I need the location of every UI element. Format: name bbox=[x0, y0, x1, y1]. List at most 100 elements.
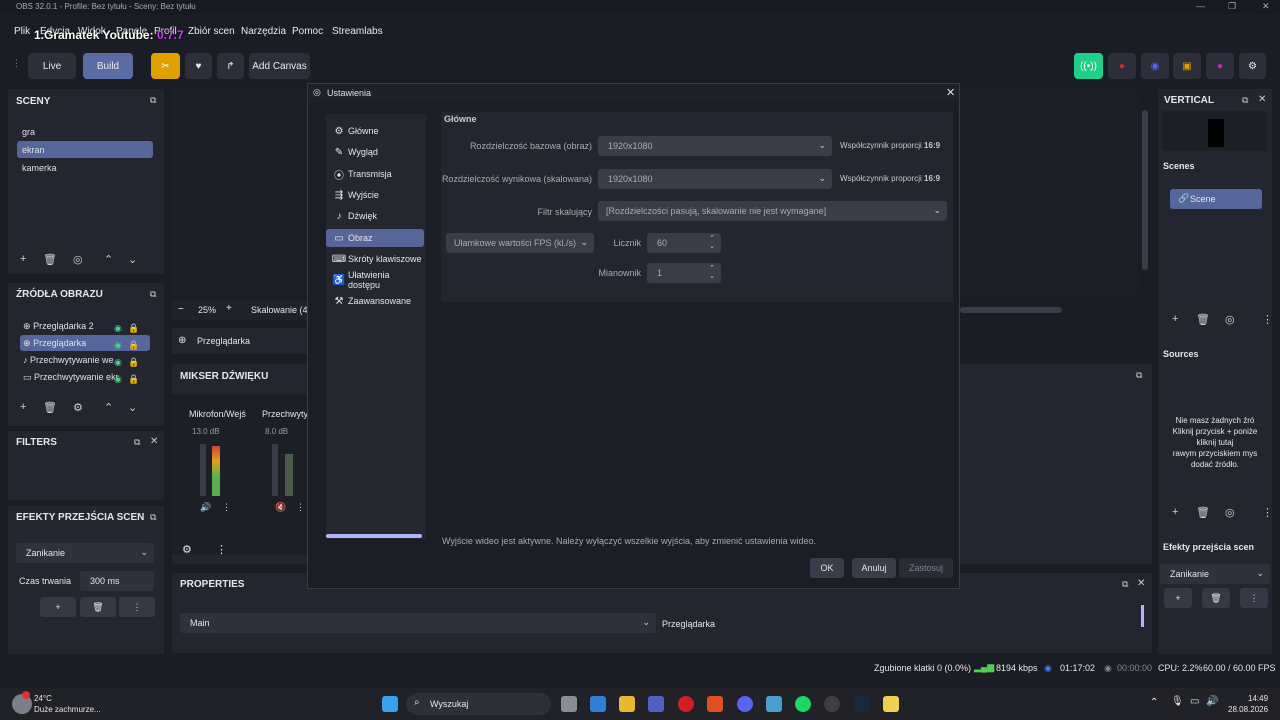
clock-time[interactable]: 14:49 bbox=[1248, 694, 1268, 703]
preview-canvas[interactable] bbox=[172, 89, 307, 295]
close-icon[interactable]: ✕ bbox=[150, 436, 158, 447]
chevron-up-icon[interactable]: ⌃ bbox=[1150, 697, 1158, 708]
settings-gear-icon[interactable]: ⚙ bbox=[1239, 53, 1266, 79]
build-button[interactable]: Build bbox=[83, 53, 133, 79]
nav-accessibility[interactable]: ♿ Ułatwienia dostępu bbox=[326, 270, 424, 290]
nav-appearance[interactable]: ✎ Wygląd bbox=[326, 143, 424, 161]
replay-icon[interactable]: ▣ bbox=[1173, 53, 1201, 79]
trash-icon[interactable]: 🗑 bbox=[1196, 506, 1210, 519]
studio-mode-icon[interactable]: ● bbox=[1206, 53, 1234, 79]
trash-icon[interactable]: 🗑 bbox=[80, 597, 116, 617]
nav-hotkeys[interactable]: ⌨ Skróty klawiszowe bbox=[326, 250, 424, 268]
clock-date[interactable]: 28.08.2026 bbox=[1228, 705, 1268, 714]
add-canvas-button[interactable]: Add Canvas bbox=[249, 53, 310, 79]
trash-icon[interactable]: 🗑 bbox=[43, 253, 57, 266]
maximize-button[interactable]: ❐ bbox=[1228, 1, 1236, 12]
app-icon[interactable] bbox=[648, 696, 664, 712]
minimize-button[interactable]: — bbox=[1196, 1, 1205, 11]
move-down-icon[interactable]: ⌄ bbox=[128, 401, 137, 414]
windows-start-icon[interactable] bbox=[382, 696, 398, 712]
scale-filter-select[interactable]: [Rozdzielczości pasują, skalowanie nie j… bbox=[598, 201, 947, 221]
source-item[interactable]: ▭ Przechwytywanie ekr bbox=[23, 372, 119, 383]
network-icon[interactable]: ▭ bbox=[1190, 696, 1199, 707]
undock-icon[interactable]: ⧉ bbox=[1122, 579, 1128, 590]
mic-icon[interactable]: 🎙 bbox=[1171, 696, 1184, 707]
photos-icon[interactable] bbox=[766, 696, 782, 712]
menu-file[interactable]: Plik bbox=[14, 26, 30, 37]
scrollbar[interactable] bbox=[960, 307, 1062, 313]
more-options-icon[interactable]: ⋮ bbox=[1262, 313, 1273, 326]
menu-help[interactable]: Pomoc bbox=[292, 26, 323, 37]
filter-icon[interactable]: ◎ bbox=[1225, 313, 1235, 326]
nav-scrollbar[interactable] bbox=[326, 534, 422, 538]
move-up-icon[interactable]: ⌃ bbox=[104, 401, 113, 414]
folder-icon[interactable] bbox=[619, 696, 635, 712]
search-box[interactable]: ⌕ Wyszukaj bbox=[406, 693, 551, 715]
output-res-select[interactable]: 1920x1080 ⌄ bbox=[598, 169, 832, 189]
speaker-icon[interactable]: 🔊 bbox=[200, 502, 211, 513]
move-down-icon[interactable]: ⌄ bbox=[128, 253, 137, 266]
source-settings-icon[interactable]: ⚙ bbox=[73, 401, 83, 414]
apply-button[interactable]: Zastosuj bbox=[899, 558, 953, 578]
scene-item[interactable]: ekran bbox=[22, 145, 45, 155]
undock-icon[interactable]: ⧉ bbox=[150, 95, 156, 106]
spotify-icon[interactable] bbox=[795, 696, 811, 712]
record-icon[interactable]: ● bbox=[1108, 53, 1136, 79]
mixer-settings-icon[interactable]: ⚙ bbox=[182, 543, 192, 556]
drag-handle-icon[interactable]: ⋮ bbox=[12, 58, 21, 74]
properties-select[interactable]: Main ⌄ bbox=[180, 613, 656, 633]
add-icon[interactable]: + bbox=[1164, 588, 1192, 608]
add-transition-icon[interactable]: + bbox=[40, 597, 76, 617]
move-up-icon[interactable]: ⌃ bbox=[104, 253, 113, 266]
filter-icon[interactable]: ◎ bbox=[1225, 506, 1235, 519]
undock-icon[interactable]: ⧉ bbox=[150, 289, 156, 300]
nav-stream[interactable]: ⦿ Transmisja bbox=[326, 165, 424, 183]
zoom-in-icon[interactable]: + bbox=[226, 303, 232, 314]
nav-output[interactable]: ⇶ Wyjście bbox=[326, 186, 424, 204]
volume-slider[interactable] bbox=[272, 444, 278, 496]
undock-icon[interactable]: ⧉ bbox=[134, 437, 140, 448]
add-icon[interactable]: + bbox=[1172, 313, 1178, 325]
more-options-icon[interactable]: ⋮ bbox=[222, 502, 231, 513]
source-item[interactable]: ⊕ Przeglądarka bbox=[23, 338, 86, 349]
muted-speaker-icon[interactable]: 🔇 bbox=[275, 502, 286, 513]
close-icon[interactable]: ✕ bbox=[1258, 94, 1266, 105]
vertical-transition-select[interactable]: Zanikanie ⌄ bbox=[1160, 564, 1270, 584]
source-item[interactable]: ⊕ Przeglądarka 2 bbox=[23, 321, 94, 332]
nav-video[interactable]: ▭ Obraz bbox=[326, 229, 424, 247]
transition-select[interactable]: Zanikanie ⌄ bbox=[16, 543, 154, 563]
add-scene-icon[interactable]: + bbox=[20, 253, 26, 265]
trash-icon[interactable]: 🗑 bbox=[1202, 588, 1230, 608]
numerator-input[interactable]: 60 ⌃ ⌄ bbox=[647, 233, 721, 253]
visibility-eye-icon[interactable]: ◉ ◉ ◉ ◉ bbox=[114, 320, 122, 388]
steam-icon[interactable] bbox=[854, 696, 870, 712]
trash-icon[interactable]: 🗑 bbox=[43, 401, 57, 414]
more-options-icon[interactable]: ⋮ bbox=[119, 597, 155, 617]
live-button[interactable]: Live bbox=[28, 53, 76, 79]
stream-icon[interactable]: ((•)) bbox=[1074, 53, 1103, 79]
store-icon[interactable] bbox=[590, 696, 606, 712]
scene-item[interactable]: gra bbox=[22, 127, 35, 137]
app-icon[interactable] bbox=[883, 696, 899, 712]
base-res-select[interactable]: 1920x1080 ⌄ bbox=[598, 136, 832, 156]
more-options-icon[interactable]: ⋮ bbox=[216, 543, 227, 556]
zoom-out-icon[interactable]: − bbox=[178, 304, 184, 315]
nav-advanced[interactable]: ⚒ Zaawansowane bbox=[326, 292, 424, 310]
brave-icon[interactable] bbox=[707, 696, 723, 712]
cancel-button[interactable]: Anuluj bbox=[852, 558, 896, 578]
duration-input[interactable]: 300 ms bbox=[80, 571, 154, 591]
source-item[interactable]: ♪ Przechwytywanie we bbox=[23, 355, 114, 365]
discord-icon[interactable] bbox=[737, 696, 753, 712]
virtual-cam-icon[interactable]: ◉ bbox=[1141, 53, 1169, 79]
obs-icon[interactable] bbox=[824, 696, 840, 712]
add-icon[interactable]: + bbox=[1172, 506, 1178, 518]
share-icon[interactable]: ↱ bbox=[217, 53, 244, 79]
scene-item[interactable]: kamerka bbox=[22, 163, 57, 173]
undock-icon[interactable]: ⧉ bbox=[1136, 370, 1142, 381]
heart-icon[interactable]: ♥ bbox=[185, 53, 212, 79]
scrollbar[interactable] bbox=[1141, 605, 1144, 627]
filter-icon[interactable]: ◎ bbox=[73, 253, 83, 266]
volume-icon[interactable]: 🔊 bbox=[1206, 696, 1218, 707]
add-source-icon[interactable]: + bbox=[20, 401, 26, 413]
menu-streamlabs[interactable]: Streamlabs bbox=[332, 26, 383, 37]
